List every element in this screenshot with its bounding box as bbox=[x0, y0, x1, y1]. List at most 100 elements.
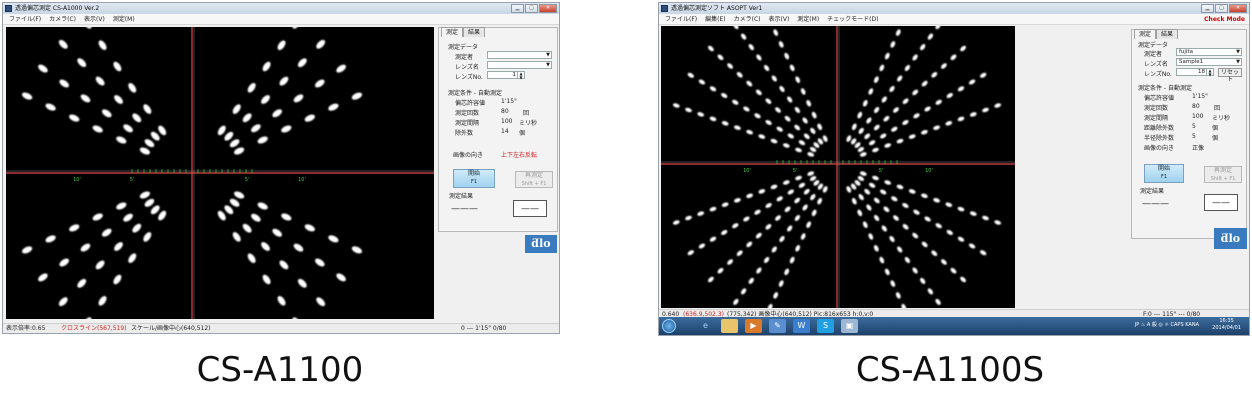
reset-button[interactable]: リセット bbox=[1218, 68, 1242, 83]
count-unit: 回 bbox=[523, 110, 530, 117]
minimize-button[interactable]: ▁ bbox=[511, 4, 524, 13]
right-screenshot: 透過偏芯測定ソフト ASOPT Ver1 ▁ ▢ ✕ ファイル(F) 編集(E)… bbox=[658, 2, 1250, 336]
count-unit: 回 bbox=[1214, 105, 1221, 112]
app-window-icon[interactable]: ▣ bbox=[841, 319, 858, 333]
operator-select[interactable]: ▼ bbox=[487, 51, 552, 59]
lens-no-stepper[interactable]: 18 ▲ ▼ bbox=[1176, 68, 1214, 76]
tolerance-label: 偏芯許容値 bbox=[455, 100, 486, 107]
ie-icon[interactable]: e bbox=[697, 319, 714, 333]
lens-name-label: レンズ名 bbox=[455, 64, 479, 71]
exclude-label: 除外数 bbox=[455, 130, 474, 137]
menu-view[interactable]: 表示(V) bbox=[84, 14, 105, 24]
menu-edit[interactable]: 編集(E) bbox=[705, 14, 725, 24]
system-tray[interactable]: JP ♨ A 般 ◎ ☼ CAPS KANA bbox=[1135, 321, 1199, 328]
count-label: 測定回数 bbox=[1144, 105, 1169, 112]
menu-check-mode[interactable]: チェックモード(D) bbox=[827, 14, 878, 24]
tab-result[interactable]: 結果 bbox=[463, 27, 486, 37]
scale-label: 10' bbox=[298, 177, 306, 183]
skype-icon[interactable]: S bbox=[817, 319, 834, 333]
minimize-button[interactable]: ▁ bbox=[1201, 4, 1214, 13]
start-orb-icon[interactable] bbox=[662, 319, 676, 333]
radius-exclude-label: 半径除外数 bbox=[1144, 135, 1175, 142]
tab-measure[interactable]: 測定 bbox=[1134, 29, 1157, 39]
right-title-bar: 透過偏芯測定ソフト ASOPT Ver1 ▁ ▢ ✕ bbox=[659, 3, 1249, 14]
interval-value: 100 bbox=[501, 118, 513, 125]
app-icon bbox=[661, 5, 668, 12]
check-mode-indicator: Check Mode bbox=[1204, 16, 1245, 23]
left-image-viewer[interactable]: 10' 5' 5' 10' bbox=[6, 27, 434, 319]
app-icon bbox=[5, 5, 12, 12]
right-menu-bar: ファイル(F) 編集(E) カメラ(C) 表示(V) 測定(M) チェックモード… bbox=[659, 14, 1249, 25]
result-left-value: ——— bbox=[1142, 199, 1169, 209]
stepper-arrows-icon[interactable]: ▲ ▼ bbox=[1206, 69, 1213, 76]
left-control-panel: 測定 結果 測定データ 測定者 ▼ レンズ名 ▼ レンズNo. 1 ▲ ▼ 測定条件… bbox=[438, 27, 558, 232]
paint-icon[interactable]: ✎ bbox=[769, 319, 786, 333]
orientation-value: 上下左右反転 bbox=[501, 152, 538, 159]
left-spot-image: 10' 5' 5' 10' bbox=[6, 27, 434, 319]
menu-measure[interactable]: 測定(M) bbox=[113, 14, 135, 24]
status-progress: 0 --- 1'15" 0/80 bbox=[461, 325, 507, 332]
interval-label: 測定間隔 bbox=[1144, 115, 1169, 122]
left-menu-bar: ファイル(F) カメラ(C) 表示(V) 測定(M) bbox=[3, 14, 559, 25]
operator-label: 測定者 bbox=[1144, 51, 1163, 58]
scale-label: 10' bbox=[925, 168, 933, 174]
right-image-viewer[interactable]: 10' 5' 5' 10' bbox=[661, 26, 1015, 308]
operator-select[interactable]: fujita ▼ bbox=[1176, 48, 1242, 56]
result-box: —— bbox=[1204, 194, 1238, 211]
chevron-down-icon: ▼ bbox=[1236, 49, 1240, 55]
word-icon[interactable]: W bbox=[793, 319, 810, 333]
radius-exclude-value: 5 bbox=[1192, 133, 1196, 140]
operator-label: 測定者 bbox=[455, 54, 474, 61]
group-measure-conditions: 測定条件 - 自動測定 bbox=[1138, 85, 1192, 92]
scale-label: 5' bbox=[130, 177, 135, 183]
distance-exclude-unit: 個 bbox=[1212, 125, 1219, 132]
count-value: 80 bbox=[501, 108, 509, 115]
lens-no-label: レンズNo. bbox=[455, 74, 483, 81]
left-window-title: 透過偏芯測定 CS-A1000 Ver.2 bbox=[15, 5, 100, 12]
chevron-down-icon: ▼ bbox=[1236, 59, 1240, 65]
lens-name-select[interactable]: Sample1 ▼ bbox=[1176, 58, 1242, 66]
scale-label: 10' bbox=[73, 177, 81, 183]
tab-measure[interactable]: 測定 bbox=[441, 27, 464, 37]
start-button[interactable]: 開始 F1 bbox=[453, 169, 495, 188]
result-label: 測定結果 bbox=[449, 193, 474, 200]
folder-icon[interactable] bbox=[721, 319, 738, 333]
left-status-bar: 表示倍率:0.65 クロスライン(567,519) スケール/画像中心(640,… bbox=[3, 323, 559, 333]
start-button[interactable]: 開始 F1 bbox=[1144, 164, 1184, 183]
stepper-arrows-icon[interactable]: ▲ ▼ bbox=[517, 72, 524, 79]
maximize-button[interactable]: ▢ bbox=[1215, 4, 1228, 13]
interval-unit: ミリ秒 bbox=[519, 120, 538, 127]
menu-camera[interactable]: カメラ(C) bbox=[49, 14, 76, 24]
tab-result[interactable]: 結果 bbox=[1156, 29, 1179, 39]
scale-label: 5' bbox=[879, 168, 884, 174]
taskbar-clock[interactable]: 16:35 2014/04/01 bbox=[1212, 318, 1241, 332]
orientation-label: 画像の向き bbox=[453, 152, 484, 159]
menu-file[interactable]: ファイル(F) bbox=[9, 14, 41, 24]
status-center: スケール/画像中心(640,512) bbox=[131, 325, 211, 332]
media-player-icon[interactable]: ▶ bbox=[745, 319, 762, 333]
count-label: 測定回数 bbox=[455, 110, 480, 117]
menu-file[interactable]: ファイル(F) bbox=[665, 14, 697, 24]
chevron-down-icon: ▼ bbox=[546, 52, 550, 58]
count-value: 80 bbox=[1192, 103, 1200, 110]
menu-view[interactable]: 表示(V) bbox=[769, 14, 790, 24]
close-button[interactable]: ✕ bbox=[539, 4, 557, 13]
right-control-panel: 測定 結果 測定データ 測定者 fujita ▼ レンズ名 Sample1 ▼ レン… bbox=[1131, 29, 1247, 239]
remeasure-button[interactable]: 再測定 Shift + F1 bbox=[515, 171, 553, 188]
scale-label: 10' bbox=[743, 168, 751, 174]
exclude-unit: 個 bbox=[519, 130, 526, 137]
interval-value: 100 bbox=[1192, 113, 1204, 120]
maximize-button[interactable]: ▢ bbox=[525, 4, 538, 13]
scale-label: 5' bbox=[245, 177, 250, 183]
distance-exclude-value: 5 bbox=[1192, 123, 1196, 130]
lens-name-select[interactable]: ▼ bbox=[487, 61, 552, 69]
caption-right: CS-A1100S bbox=[855, 350, 1045, 390]
lens-no-stepper[interactable]: 1 ▲ ▼ bbox=[487, 71, 525, 79]
menu-camera[interactable]: カメラ(C) bbox=[734, 14, 761, 24]
result-left-value: ——— bbox=[451, 204, 478, 214]
menu-measure[interactable]: 測定(M) bbox=[797, 14, 819, 24]
tolerance-value: 1'15" bbox=[1192, 93, 1208, 100]
tolerance-label: 偏芯許容値 bbox=[1144, 95, 1175, 102]
remeasure-button[interactable]: 再測定 Shift + F1 bbox=[1204, 166, 1242, 183]
close-button[interactable]: ✕ bbox=[1229, 4, 1247, 13]
